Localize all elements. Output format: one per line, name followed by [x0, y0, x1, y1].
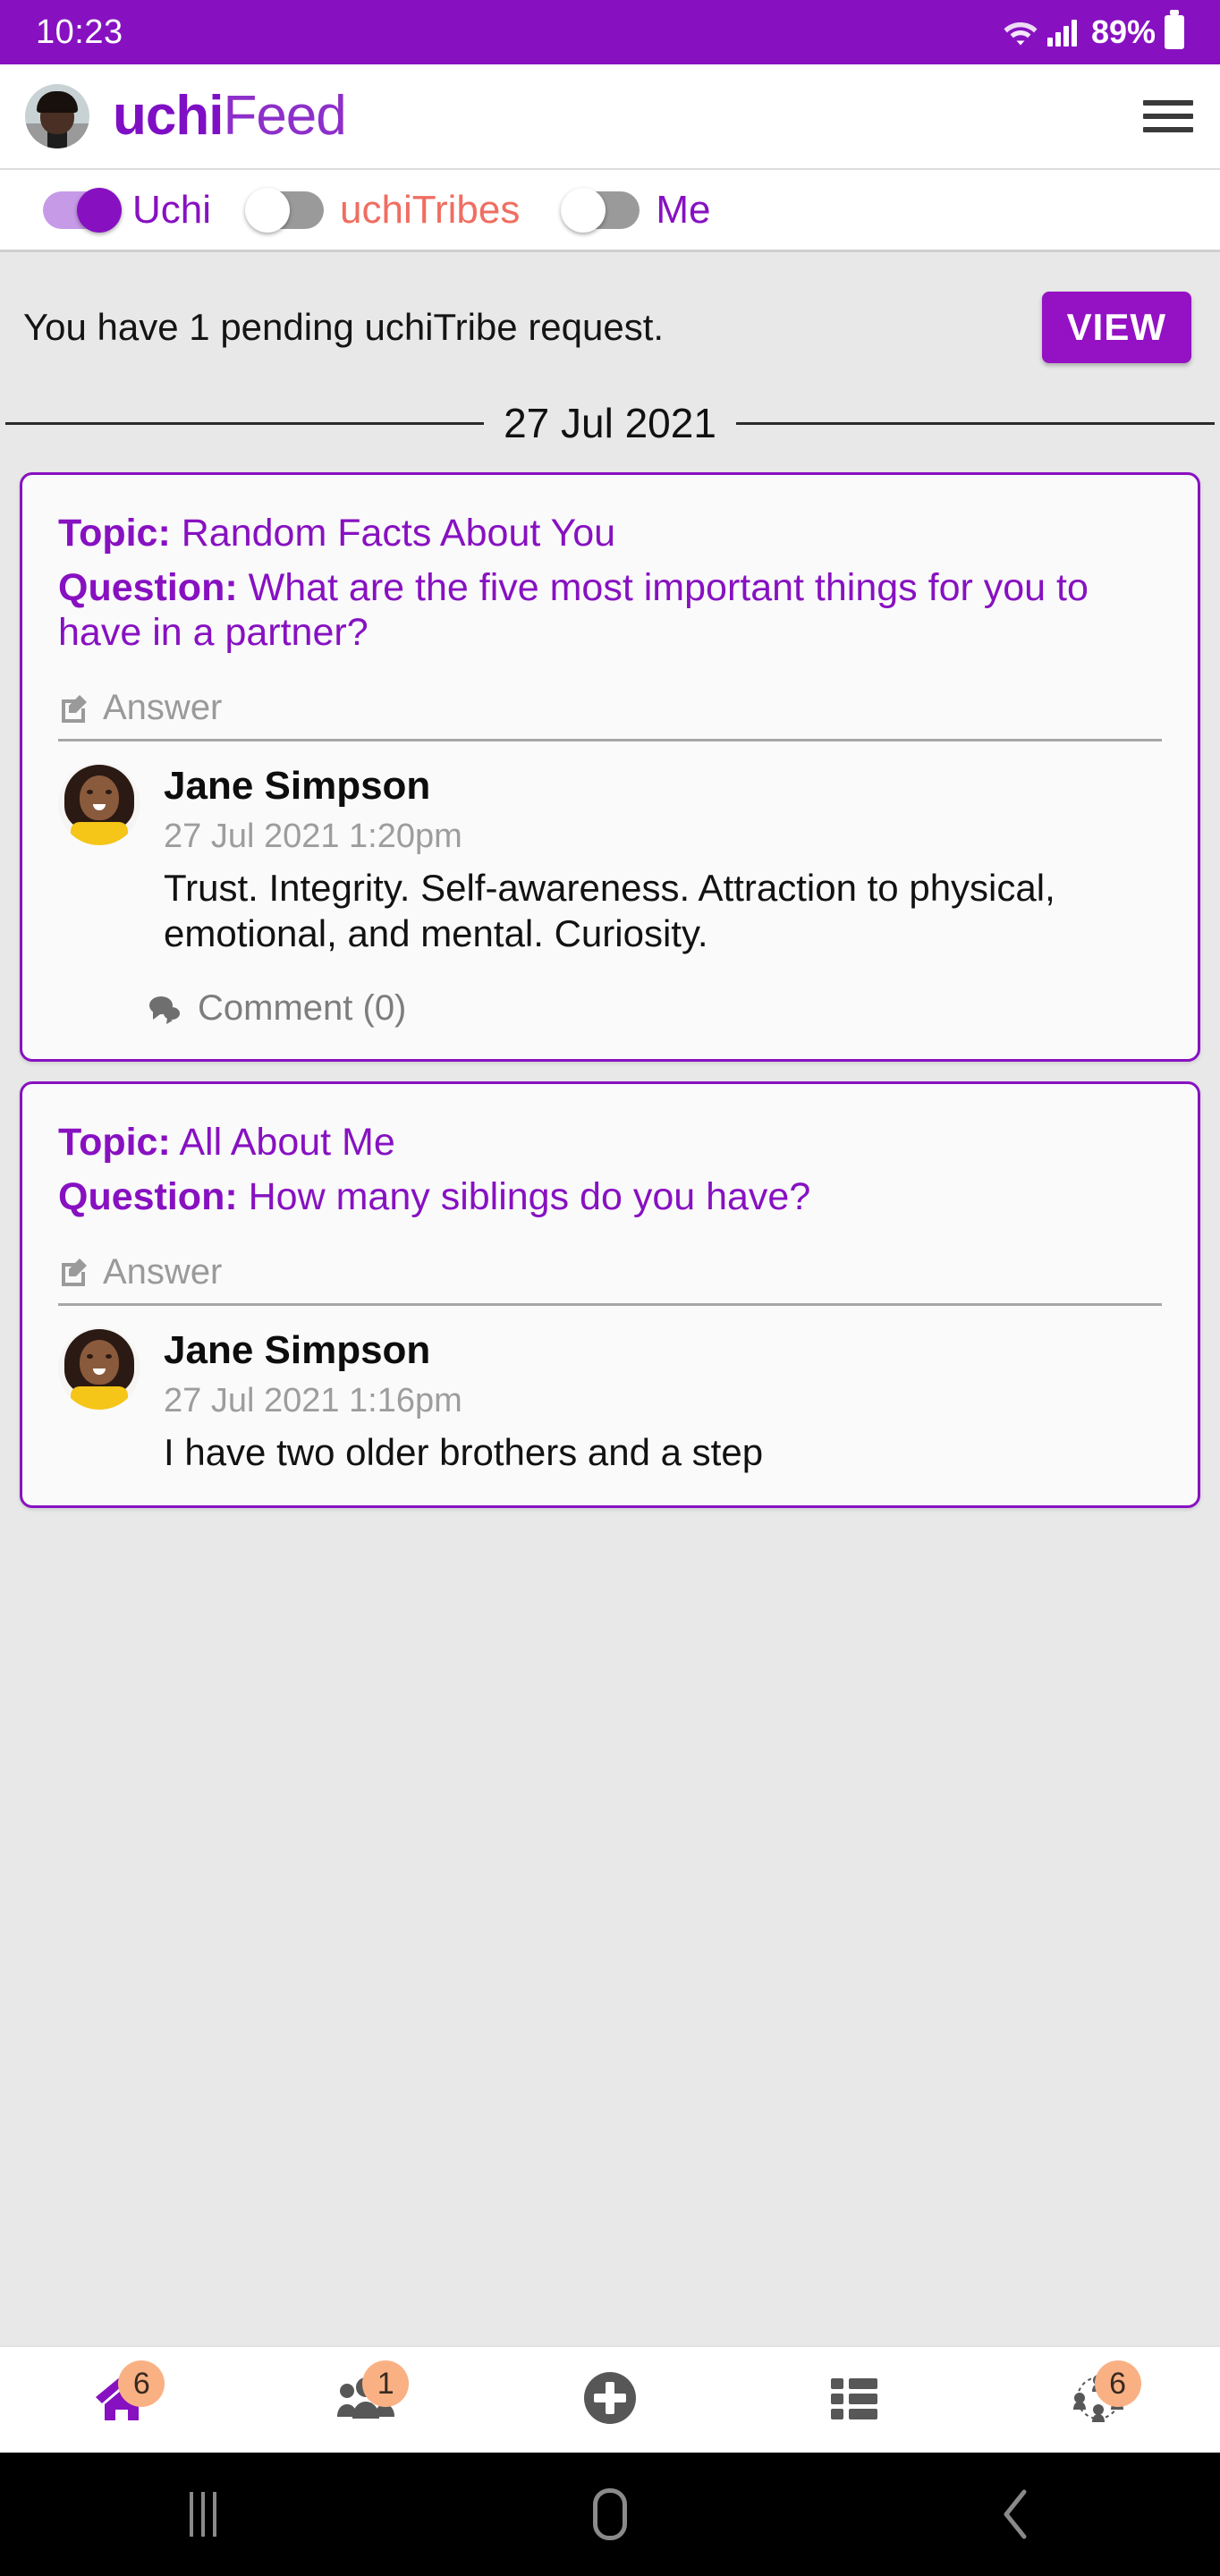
edit-pencil-icon: [58, 692, 90, 724]
topic-value: Random Facts About You: [181, 512, 616, 555]
battery-icon: [1165, 15, 1184, 49]
answer-author: Jane Simpson: [164, 1327, 431, 1372]
view-button[interactable]: VIEW: [1041, 292, 1191, 363]
answer-text: I have two older brothers and a step: [164, 1430, 764, 1473]
answer-avatar[interactable]: [58, 1326, 140, 1410]
feed-filter-toggles: Uchi uchiTribes Me: [0, 170, 1220, 252]
status-indicators: 89%: [1003, 13, 1184, 51]
nav-list[interactable]: [801, 2355, 908, 2445]
signal-bars-icon: [1046, 18, 1077, 47]
answer-content: Jane Simpson 27 Jul 2021 1:20pm Trust. I…: [164, 763, 1162, 956]
feed-card[interactable]: Topic: Random Facts About You Question: …: [20, 472, 1200, 1063]
nav-home[interactable]: 6: [68, 2355, 175, 2445]
avatar[interactable]: [25, 84, 89, 148]
switch-me[interactable]: [561, 187, 640, 233]
question-value: How many siblings do you have?: [248, 1175, 811, 1219]
android-home-icon[interactable]: [556, 2474, 664, 2555]
toggle-me[interactable]: Me: [561, 187, 711, 233]
question-label: Question:: [58, 1175, 238, 1219]
pending-request-banner: You have 1 pending uchiTribe request. VI…: [0, 252, 1220, 399]
card-question: Question: What are the five most importa…: [58, 565, 1162, 656]
status-time: 10:23: [36, 13, 123, 51]
toggle-label-uchitribes: uchiTribes: [340, 187, 521, 232]
answer-label: Answer: [103, 1251, 223, 1292]
page-title: uchiFeed: [113, 89, 347, 144]
brand-secondary: Feed: [223, 85, 346, 147]
toggle-label-uchi: Uchi: [132, 187, 212, 232]
toggle-uchi[interactable]: Uchi: [43, 187, 212, 233]
date-divider: 27 Jul 2021: [0, 399, 1220, 447]
divider: [58, 739, 1162, 742]
card-topic: Topic: Random Facts About You: [58, 511, 1162, 556]
recents-icon[interactable]: [149, 2474, 257, 2555]
brand-primary: uchi: [113, 85, 224, 147]
bottom-navigation: 6 1 6: [0, 2345, 1220, 2453]
hamburger-menu-icon[interactable]: [1143, 100, 1193, 132]
date-divider-label: 27 Jul 2021: [504, 400, 716, 446]
comment-action[interactable]: Comment (0): [148, 988, 1162, 1029]
card-question: Question: How many siblings do you have?: [58, 1174, 1162, 1220]
badge-network: 6: [1094, 2360, 1141, 2407]
answer-timestamp: 27 Jul 2021 1:20pm: [164, 818, 462, 855]
topic-label: Topic:: [58, 1121, 171, 1165]
question-label: Question:: [58, 565, 238, 609]
answer-action[interactable]: Answer: [58, 688, 1162, 728]
switch-uchi[interactable]: [43, 187, 122, 233]
app-root: 10:23 89% uchiFeed Uchi uchiTribes Me Yo…: [0, 0, 1220, 2576]
nav-tribes[interactable]: 1: [312, 2355, 419, 2445]
switch-uchitribes[interactable]: [245, 187, 325, 233]
topic-value: All About Me: [179, 1121, 395, 1165]
nav-network[interactable]: 6: [1045, 2355, 1152, 2445]
divider-line-left: [5, 421, 485, 425]
comment-label: Comment (0): [198, 988, 407, 1029]
badge-home: 6: [118, 2360, 165, 2407]
answer-author: Jane Simpson: [164, 764, 431, 809]
answer-timestamp: 27 Jul 2021 1:16pm: [164, 1381, 462, 1419]
status-bar: 10:23 89%: [0, 0, 1220, 64]
android-back-icon[interactable]: [963, 2474, 1071, 2555]
nav-add[interactable]: [556, 2355, 664, 2445]
answer-label: Answer: [103, 688, 223, 728]
feed-scroll-area[interactable]: You have 1 pending uchiTribe request. VI…: [0, 252, 1220, 2345]
card-topic: Topic: All About Me: [58, 1120, 1162, 1165]
edit-pencil-icon: [58, 1256, 90, 1288]
wifi-icon: [1003, 17, 1038, 47]
answer-row: Jane Simpson 27 Jul 2021 1:16pm I have t…: [58, 1326, 1162, 1475]
pending-request-text: You have 1 pending uchiTribe request.: [23, 306, 665, 348]
answer-text: Trust. Integrity. Self-awareness. Attrac…: [164, 867, 1055, 955]
answer-content: Jane Simpson 27 Jul 2021 1:16pm I have t…: [164, 1327, 1162, 1475]
battery-percent-label: 89%: [1090, 13, 1156, 50]
divider-line-right: [735, 421, 1215, 425]
app-header: uchiFeed: [0, 64, 1220, 170]
comment-bubbles-icon: [148, 994, 183, 1024]
divider: [58, 1302, 1162, 1306]
add-plus-icon: [582, 2370, 638, 2430]
feed-card[interactable]: Topic: All About Me Question: How many s…: [20, 1081, 1200, 1508]
list-view-icon: [829, 2375, 879, 2426]
toggle-uchitribes[interactable]: uchiTribes: [245, 187, 521, 233]
topic-label: Topic:: [58, 512, 171, 555]
answer-action[interactable]: Answer: [58, 1252, 1162, 1292]
android-navigation-bar: [0, 2453, 1220, 2576]
answer-row: Jane Simpson 27 Jul 2021 1:20pm Trust. I…: [58, 763, 1162, 956]
badge-tribes: 1: [362, 2360, 410, 2407]
answer-avatar[interactable]: [58, 763, 140, 846]
toggle-label-me: Me: [656, 187, 711, 232]
